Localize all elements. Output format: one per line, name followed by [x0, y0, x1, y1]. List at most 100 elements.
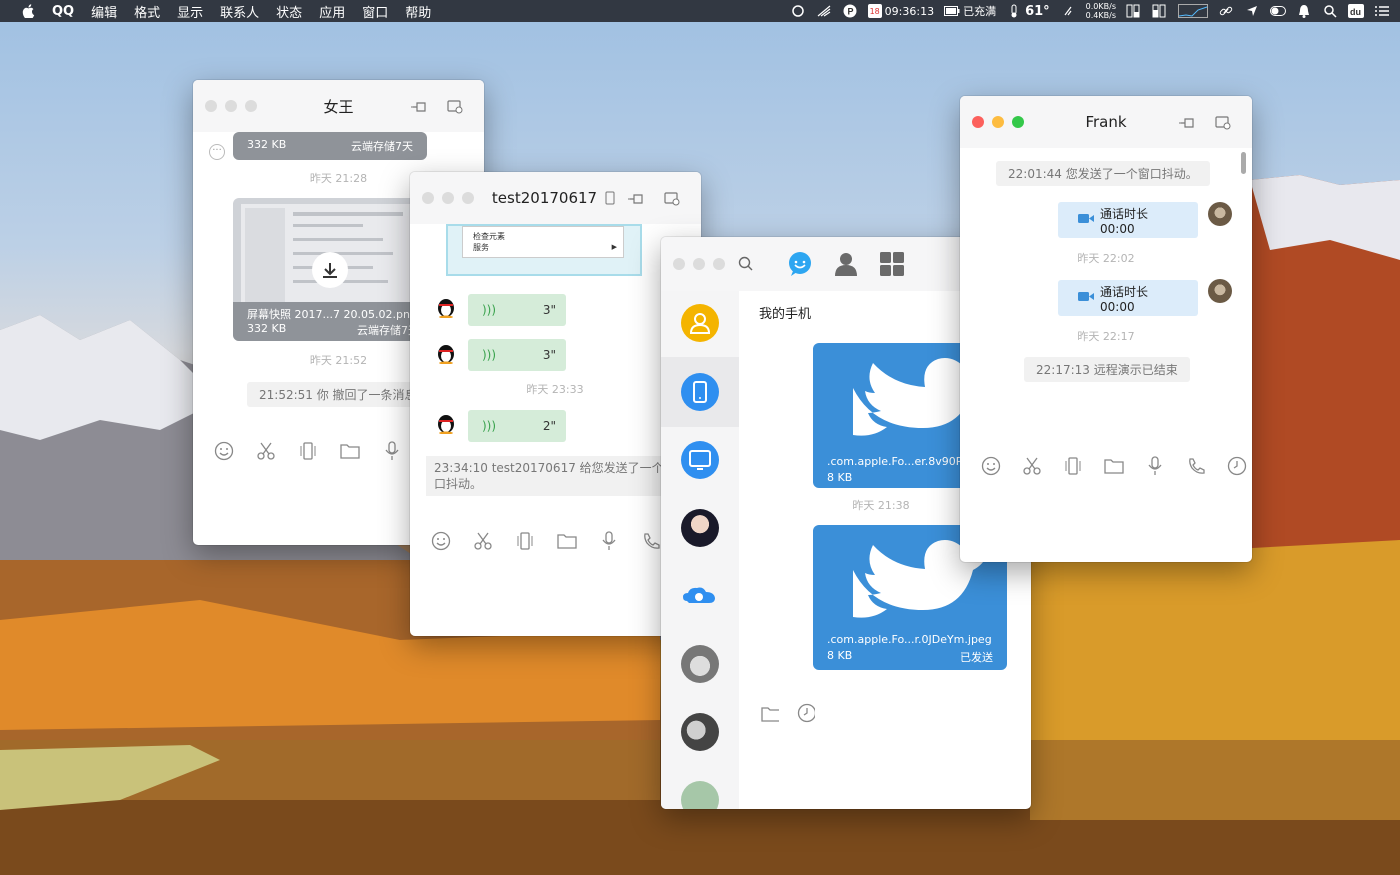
close-button[interactable] — [205, 100, 217, 112]
menu-status[interactable]: 状态 — [276, 2, 302, 21]
window-shake-icon[interactable] — [1062, 455, 1084, 477]
search-icon[interactable] — [737, 255, 755, 273]
history-clock-icon[interactable] — [1226, 455, 1248, 477]
clock-time[interactable]: 09:36:13 — [885, 5, 934, 18]
fan-icon[interactable] — [1060, 4, 1076, 18]
record-icon[interactable] — [790, 4, 806, 18]
image-file-card[interactable]: 屏幕快照 2017...7 20.05.02.png 332 KB 云端存储7天 — [233, 198, 427, 341]
spotlight-search-icon[interactable] — [1322, 4, 1338, 18]
sidebar-item[interactable] — [661, 291, 739, 357]
sidebar-item-my-phone[interactable] — [661, 357, 739, 427]
menu-contacts[interactable]: 联系人 — [220, 2, 259, 21]
wifi-signal-icon[interactable] — [816, 4, 832, 18]
microphone-icon[interactable] — [381, 440, 403, 462]
share-screen-icon[interactable] — [446, 98, 464, 116]
apps-tab-icon[interactable] — [879, 251, 905, 277]
toggle-icon[interactable] — [1270, 4, 1286, 18]
contact-avatar[interactable] — [1208, 279, 1232, 303]
screenshot-scissors-icon[interactable] — [1021, 455, 1043, 477]
more-options-icon[interactable]: ··· — [209, 144, 225, 160]
share-screen-icon[interactable] — [663, 190, 681, 208]
network-graph-icon[interactable] — [1178, 4, 1208, 18]
folder-icon[interactable] — [761, 705, 779, 723]
pin-icon[interactable] — [410, 98, 428, 116]
voice-message[interactable]: ))) 2" — [468, 410, 566, 442]
link-icon[interactable] — [1218, 4, 1234, 18]
emoji-icon[interactable] — [980, 455, 1002, 477]
apple-menu-icon[interactable] — [22, 4, 36, 18]
sidebar-item[interactable] — [661, 495, 739, 563]
contact-avatar-icon — [681, 304, 719, 342]
window-titlebar[interactable]: 女王 — [193, 80, 484, 132]
minimize-button[interactable] — [442, 192, 454, 204]
window-title: 女王 — [323, 97, 354, 116]
qq-penguin-avatar[interactable] — [434, 410, 458, 435]
pin-icon[interactable] — [627, 190, 645, 208]
memory-meter-icon[interactable] — [1152, 4, 1168, 18]
microphone-icon[interactable] — [1144, 455, 1166, 477]
minimize-button[interactable] — [693, 258, 705, 270]
menu-app-qq[interactable]: QQ — [52, 4, 74, 19]
notification-center-icon[interactable] — [1374, 4, 1390, 18]
share-screen-icon[interactable] — [1214, 114, 1232, 132]
network-speed[interactable]: 0.0KB/s 0.4KB/s — [1086, 2, 1116, 20]
close-button[interactable] — [972, 116, 984, 128]
download-icon[interactable] — [312, 252, 348, 288]
minimize-button[interactable] — [225, 100, 237, 112]
screenshot-scissors-icon[interactable] — [255, 440, 277, 462]
calendar-icon[interactable]: 18 — [867, 4, 882, 18]
minimize-button[interactable] — [992, 116, 1004, 128]
du-app-icon[interactable]: du — [1348, 4, 1364, 18]
notification-bell-icon[interactable] — [1296, 4, 1312, 18]
zoom-button[interactable] — [245, 100, 257, 112]
folder-icon[interactable] — [339, 440, 361, 462]
emoji-icon[interactable] — [213, 440, 235, 462]
folder-icon[interactable] — [556, 530, 578, 552]
sidebar-item[interactable] — [661, 767, 739, 809]
contact-avatar[interactable] — [1208, 202, 1232, 226]
sidebar-item[interactable] — [661, 699, 739, 767]
phone-call-icon[interactable] — [1185, 455, 1207, 477]
window-shake-icon[interactable] — [297, 440, 319, 462]
menu-format[interactable]: 格式 — [134, 2, 160, 21]
zoom-button[interactable] — [462, 192, 474, 204]
messages-tab-icon[interactable] — [787, 251, 813, 277]
qq-penguin-avatar[interactable] — [434, 294, 458, 319]
p-icon[interactable]: P — [842, 4, 858, 18]
phone-call-icon[interactable] — [640, 530, 662, 552]
scrollbar-thumb[interactable] — [1241, 152, 1246, 174]
window-shake-icon[interactable] — [514, 530, 536, 552]
menu-edit[interactable]: 编辑 — [91, 2, 117, 21]
zoom-button[interactable] — [1012, 116, 1024, 128]
video-call-message[interactable]: 通话时长 00:00 — [1058, 280, 1198, 316]
sidebar-item[interactable] — [661, 427, 739, 495]
menu-window[interactable]: 窗口 — [362, 2, 388, 21]
history-clock-icon[interactable] — [797, 703, 815, 723]
screenshot-scissors-icon[interactable] — [472, 530, 494, 552]
menu-help[interactable]: 帮助 — [405, 2, 431, 21]
battery-icon[interactable] — [944, 4, 960, 18]
sidebar-item[interactable] — [661, 563, 739, 631]
window-titlebar[interactable]: test20170617 — [410, 172, 701, 224]
pin-icon[interactable] — [1178, 114, 1196, 132]
microphone-icon[interactable] — [598, 530, 620, 552]
image-message[interactable]: 检查元素 服务 ▶ — [446, 224, 642, 276]
menu-apps[interactable]: 应用 — [319, 2, 345, 21]
close-button[interactable] — [422, 192, 434, 204]
contacts-tab-icon[interactable] — [833, 251, 859, 277]
temperature-icon[interactable] — [1006, 4, 1022, 18]
emoji-icon[interactable] — [430, 530, 452, 552]
folder-icon[interactable] — [1103, 455, 1125, 477]
video-call-message[interactable]: 通话时长 00:00 — [1058, 202, 1198, 238]
qq-penguin-avatar[interactable] — [434, 340, 458, 365]
window-titlebar[interactable]: Frank — [960, 96, 1252, 148]
voice-message[interactable]: ))) 3" — [468, 339, 566, 371]
zoom-button[interactable] — [713, 258, 725, 270]
menu-view[interactable]: 显示 — [177, 2, 203, 21]
close-button[interactable] — [673, 258, 685, 270]
file-message-card[interactable]: 332 KB 云端存储7天 — [233, 132, 427, 160]
location-icon[interactable] — [1244, 4, 1260, 18]
sidebar-item[interactable] — [661, 631, 739, 699]
cpu-meter-icon[interactable] — [1126, 4, 1142, 18]
voice-message[interactable]: ))) 3" — [468, 294, 566, 326]
